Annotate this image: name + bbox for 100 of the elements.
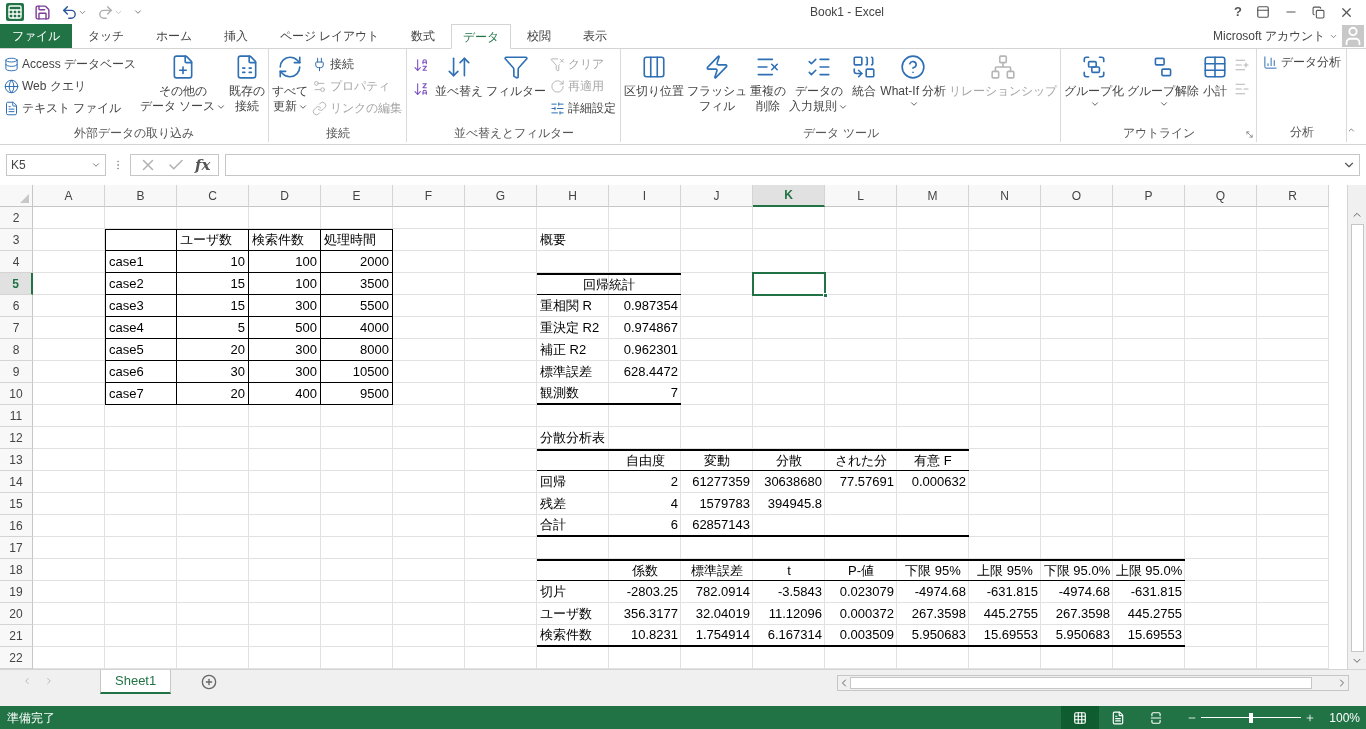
zoom-thumb[interactable] <box>1249 712 1254 723</box>
row-header[interactable]: 20 <box>0 603 33 625</box>
ribbon-button[interactable]: 統合 <box>850 51 879 123</box>
row-header[interactable]: 5 <box>0 273 33 295</box>
row-header[interactable]: 12 <box>0 427 33 449</box>
ribbon-button[interactable]: Access データベース <box>2 53 138 75</box>
row-header[interactable]: 14 <box>0 471 33 493</box>
zoom-in-icon[interactable] <box>1305 712 1316 723</box>
row-header[interactable]: 21 <box>0 625 33 647</box>
row-header[interactable]: 4 <box>0 251 33 273</box>
ribbon-tab[interactable]: ページ レイアウト <box>264 24 396 48</box>
ribbon-button[interactable]: 区切り位置 <box>623 51 686 123</box>
ribbon-tab[interactable]: ファイル <box>0 24 72 48</box>
row-header[interactable]: 16 <box>0 515 33 537</box>
ribbon-button[interactable]: データの 入力規則 <box>788 51 850 123</box>
customize-toolbar-icon[interactable] <box>133 7 143 17</box>
ribbon-button[interactable]: What-If 分析 <box>879 51 948 123</box>
ribbon-button[interactable]: 既存の 接続 <box>228 51 267 123</box>
scroll-thumb[interactable] <box>1350 223 1364 653</box>
ribbon-tab[interactable]: データ <box>451 24 512 49</box>
view-button[interactable] <box>1061 706 1100 729</box>
row-header[interactable]: 10 <box>0 383 33 405</box>
column-header[interactable]: N <box>969 185 1041 207</box>
zoom-slider[interactable] <box>1201 711 1302 724</box>
ribbon-button[interactable]: その他の データ ソース <box>139 51 228 123</box>
undo-icon[interactable] <box>61 3 78 21</box>
ribbon-button[interactable]: グループ解除 <box>1126 51 1201 123</box>
column-header[interactable]: C <box>177 185 249 207</box>
column-header[interactable]: G <box>465 185 537 207</box>
redo-icon[interactable] <box>97 3 114 21</box>
ribbon-tab[interactable]: ホーム <box>140 24 208 48</box>
restore-icon[interactable] <box>1312 5 1325 19</box>
vertical-scrollbar[interactable] <box>1347 185 1366 669</box>
row-header[interactable]: 6 <box>0 295 33 317</box>
column-header[interactable]: M <box>897 185 969 207</box>
row-header[interactable]: 7 <box>0 317 33 339</box>
save-icon[interactable] <box>34 3 51 21</box>
column-header[interactable]: E <box>321 185 393 207</box>
dialog-launcher-icon[interactable] <box>1245 130 1255 139</box>
ribbon-button[interactable]: 小計 <box>1201 51 1230 123</box>
next-sheet-icon[interactable] <box>44 676 54 686</box>
ribbon-button[interactable]: すべて 更新 <box>271 51 310 123</box>
row-header[interactable]: 8 <box>0 339 33 361</box>
sheet-tab[interactable]: Sheet1 <box>100 670 172 694</box>
previous-sheet-icon[interactable] <box>22 676 32 686</box>
zoom-level[interactable]: 100% <box>1315 708 1366 727</box>
ribbon-tab[interactable]: 表示 <box>567 24 624 48</box>
ribbon-button[interactable]: 並べ替え <box>434 51 485 123</box>
column-header[interactable]: H <box>537 185 609 207</box>
row-header[interactable]: 3 <box>0 229 33 251</box>
avatar-icon[interactable] <box>1342 25 1364 47</box>
ribbon-button[interactable]: Web クエリ <box>2 75 138 97</box>
ribbon-button[interactable]: 接続 <box>310 53 405 75</box>
spreadsheet-app-icon[interactable] <box>6 3 24 21</box>
row-header[interactable]: 13 <box>0 449 33 471</box>
column-header[interactable]: I <box>609 185 681 207</box>
scroll-thumb[interactable] <box>850 677 1312 689</box>
row-header[interactable]: 19 <box>0 581 33 603</box>
column-header[interactable]: F <box>393 185 465 207</box>
row-header[interactable]: 22 <box>0 647 33 669</box>
column-header[interactable]: K <box>753 185 825 207</box>
select-all-corner[interactable] <box>0 185 33 207</box>
ribbon-button[interactable]: データ分析 <box>1260 51 1343 73</box>
column-header[interactable]: P <box>1113 185 1185 207</box>
selected-cell[interactable] <box>753 273 825 295</box>
ribbon-tab[interactable]: 校閲 <box>511 24 568 48</box>
insert-function-button[interactable]: fx <box>195 153 211 177</box>
column-header[interactable]: J <box>681 185 753 207</box>
horizontal-scrollbar[interactable] <box>837 675 1349 691</box>
column-header[interactable]: L <box>825 185 897 207</box>
row-header[interactable]: 15 <box>0 493 33 515</box>
column-header[interactable]: O <box>1041 185 1113 207</box>
table-cell-text: -631.815 <box>1129 583 1183 602</box>
row-header[interactable]: 11 <box>0 405 33 427</box>
help-button[interactable]: ? <box>1234 2 1242 22</box>
ribbon-button[interactable]: テキスト ファイル <box>2 97 138 119</box>
ribbon-tab[interactable]: 挿入 <box>208 24 264 48</box>
row-header[interactable]: 2 <box>0 207 33 229</box>
formula-field[interactable] <box>225 154 1360 176</box>
column-header[interactable]: B <box>105 185 177 207</box>
ribbon-display-icon[interactable] <box>1256 5 1270 19</box>
row-header[interactable]: 18 <box>0 559 33 581</box>
ribbon-button[interactable]: フラッシュ フィル <box>686 51 749 123</box>
ribbon-tab[interactable]: タッチ <box>72 24 140 48</box>
add-sheet-icon[interactable] <box>201 674 218 690</box>
ribbon-tab[interactable]: 数式 <box>395 24 452 48</box>
ribbon-button[interactable]: 重複の 削除 <box>749 51 788 123</box>
account-name[interactable]: Microsoft アカウント <box>1213 27 1325 45</box>
column-header[interactable]: Q <box>1185 185 1257 207</box>
table-cell-text: 0.000372 <box>838 605 895 624</box>
ribbon-button[interactable]: 詳細設定 <box>548 97 619 119</box>
column-header[interactable]: A <box>33 185 105 207</box>
ribbon-button[interactable]: グループ化 <box>1063 51 1126 123</box>
column-header[interactable]: R <box>1257 185 1329 207</box>
row-header[interactable]: 9 <box>0 361 33 383</box>
fill-handle[interactable] <box>823 293 828 298</box>
ribbon-button[interactable]: フィルター <box>485 51 548 123</box>
column-header[interactable]: D <box>249 185 321 207</box>
row-header[interactable]: 17 <box>0 537 33 559</box>
name-box[interactable]: K5 <box>6 154 106 176</box>
